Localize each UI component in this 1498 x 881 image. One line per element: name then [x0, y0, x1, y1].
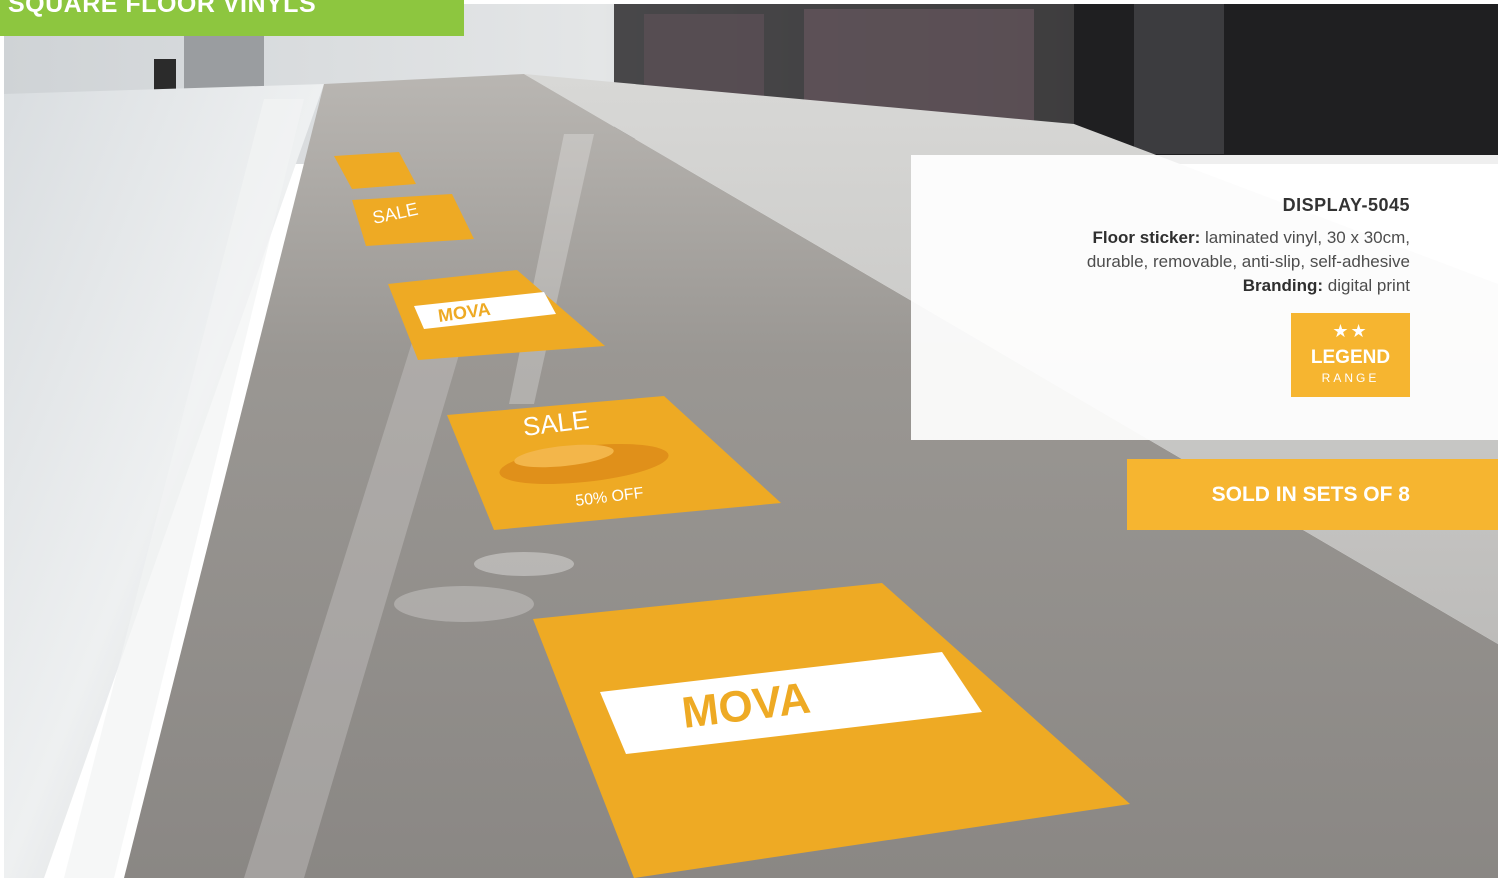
page-title: SQUARE FLOOR VINYLS [8, 0, 317, 18]
mall-floor-photo: SALE MOVA SALE 50% OFF MOVA [4, 4, 1498, 878]
branding-text: digital print [1323, 276, 1410, 295]
branding-line: Branding: digital print [1087, 274, 1410, 298]
badge-range: RANGE [1321, 371, 1380, 385]
range-badge: ★★ LEGEND RANGE [1291, 313, 1410, 397]
spec-label: Floor sticker: [1092, 228, 1201, 247]
sets-banner: SOLD IN SETS OF 8 [1127, 459, 1498, 530]
product-code: DISPLAY-5045 [1282, 195, 1410, 215]
title-bar: SQUARE FLOOR VINYLS [0, 0, 464, 36]
spec-line-1: Floor sticker: laminated vinyl, 30 x 30c… [1087, 226, 1410, 250]
spec-line-2: durable, removable, anti-slip, self-adhe… [1087, 250, 1410, 274]
spec-text-2: durable, removable, anti-slip, self-adhe… [1086, 252, 1410, 271]
star-icon: ★★ [1332, 321, 1369, 341]
badge-name: LEGEND [1310, 347, 1391, 368]
spec-text-1: laminated vinyl, 30 x 30cm, [1200, 228, 1410, 247]
product-info-panel: DISPLAY-5045 Floor sticker: laminated vi… [911, 155, 1498, 440]
sets-label: SOLD IN SETS OF 8 [1211, 483, 1410, 506]
branding-label: Branding: [1242, 276, 1324, 295]
product-page: SALE MOVA SALE 50% OFF MOVA SQUARE FLOOR… [0, 0, 1498, 881]
product-details: DISPLAY-5045 Floor sticker: laminated vi… [1087, 195, 1410, 298]
